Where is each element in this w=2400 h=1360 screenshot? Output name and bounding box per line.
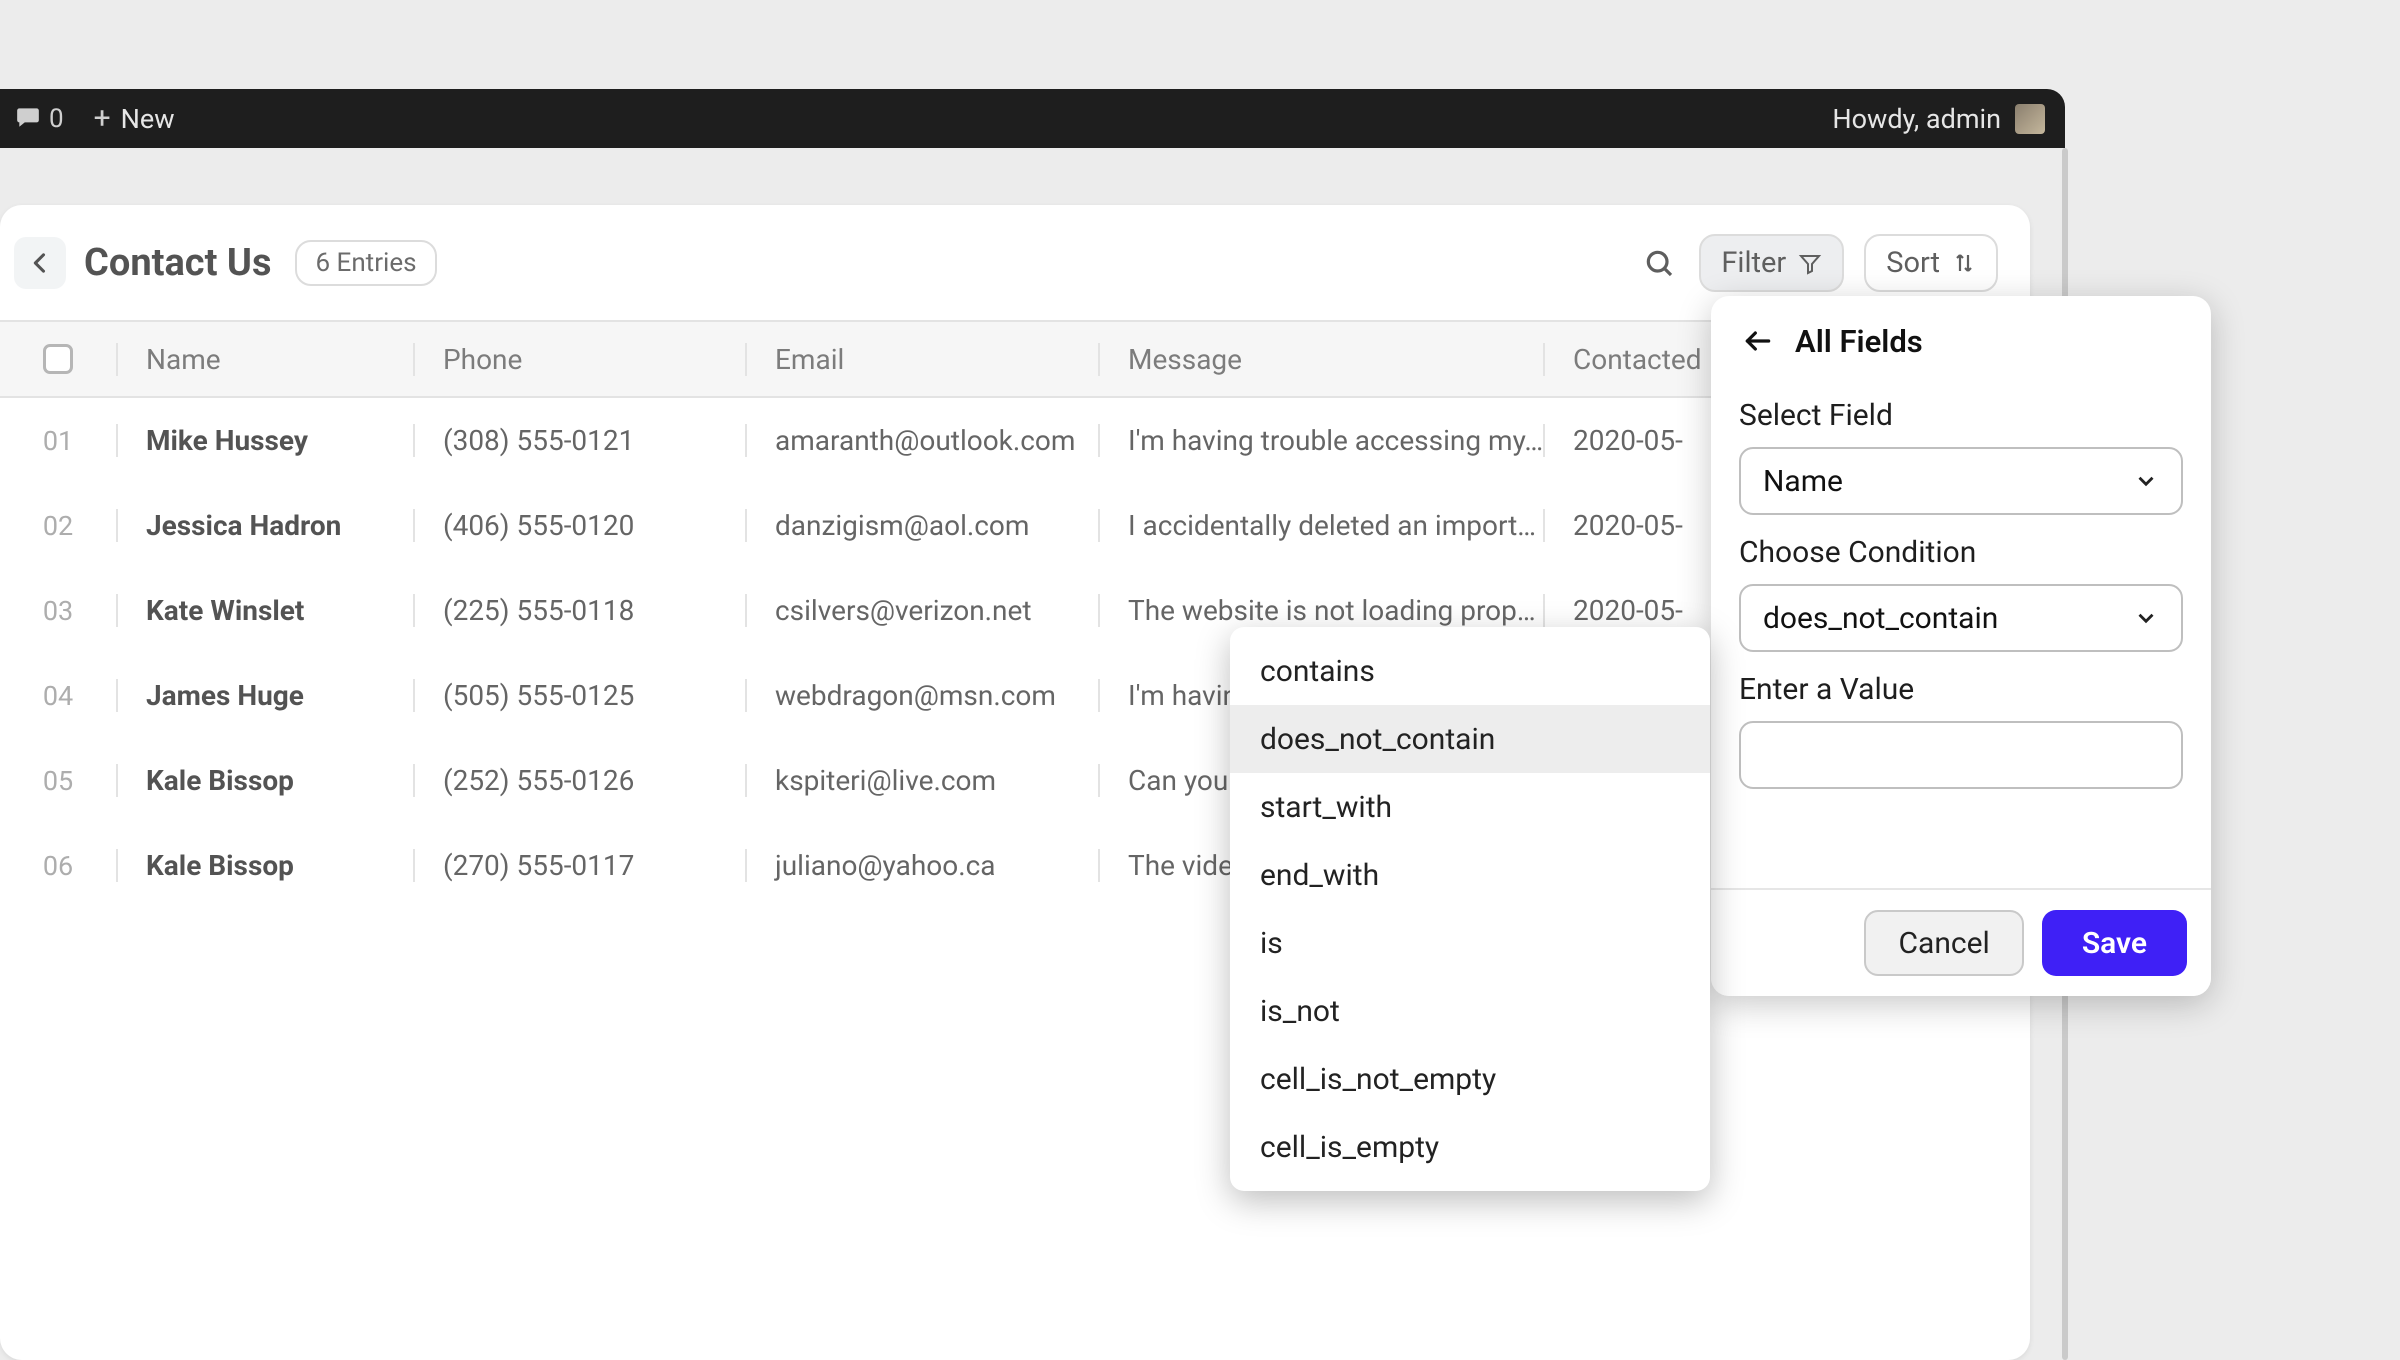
condition-option[interactable]: is_not — [1230, 977, 1710, 1045]
condition-option[interactable]: cell_is_not_empty — [1230, 1045, 1710, 1113]
howdy-text[interactable]: Howdy, admin — [1832, 103, 2001, 135]
filter-panel-title: All Fields — [1795, 323, 1923, 360]
new-button[interactable]: + New — [84, 101, 185, 136]
condition-select[interactable]: does_not_contain — [1739, 584, 2183, 652]
comment-icon — [15, 104, 41, 134]
condition-option[interactable]: does_not_contain — [1230, 705, 1710, 773]
save-button[interactable]: Save — [2042, 910, 2187, 976]
choose-condition-label: Choose Condition — [1739, 535, 2183, 570]
avatar[interactable] — [2015, 104, 2045, 134]
enter-value-label: Enter a Value — [1739, 672, 2183, 707]
condition-option[interactable]: start_with — [1230, 773, 1710, 841]
comment-count: 0 — [49, 104, 64, 134]
comments-link[interactable]: 0 — [5, 104, 74, 134]
field-select-value: Name — [1763, 464, 1843, 499]
condition-option[interactable]: cell_is_empty — [1230, 1113, 1710, 1181]
new-label: New — [121, 103, 175, 135]
plus-icon: + — [94, 101, 111, 136]
condition-select-value: does_not_contain — [1763, 601, 1998, 636]
cancel-button[interactable]: Cancel — [1864, 910, 2023, 976]
condition-option[interactable]: is — [1230, 909, 1710, 977]
condition-option[interactable]: contains — [1230, 637, 1710, 705]
filter-panel: All Fields Select Field Name Choose Cond… — [1711, 296, 2211, 996]
condition-dropdown-menu: containsdoes_not_containstart_withend_wi… — [1230, 627, 1710, 1191]
filter-value-input[interactable] — [1739, 721, 2183, 789]
wp-admin-bar: 0 + New Howdy, admin — [0, 89, 2065, 148]
condition-option[interactable]: end_with — [1230, 841, 1710, 909]
select-field-label: Select Field — [1739, 398, 2183, 433]
field-select[interactable]: Name — [1739, 447, 2183, 515]
chevron-down-icon — [2133, 605, 2159, 631]
filter-panel-back-button[interactable] — [1739, 322, 1777, 360]
chevron-down-icon — [2133, 468, 2159, 494]
